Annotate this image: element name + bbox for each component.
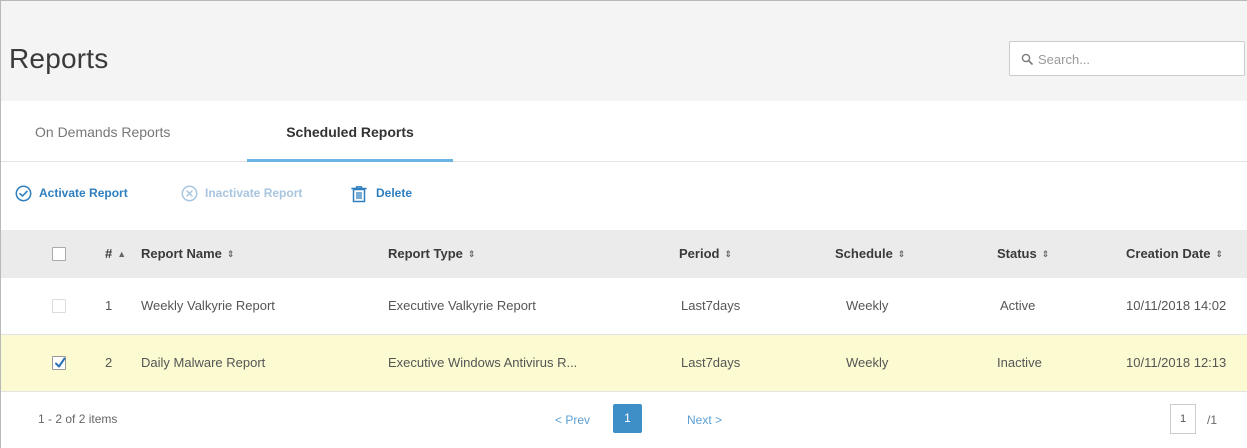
items-count: 1 - 2 of 2 items bbox=[38, 412, 118, 426]
row-report-type: Executive Windows Antivirus R... bbox=[388, 355, 578, 370]
x-circle-icon bbox=[181, 185, 198, 202]
checkmark-icon bbox=[55, 357, 66, 368]
row-creation-date: 10/11/2018 14:02 bbox=[1126, 298, 1227, 313]
row-period: Last7days bbox=[681, 355, 741, 370]
row-creation-date: 10/11/2018 12:13 bbox=[1126, 355, 1227, 370]
column-header-period-label: Period bbox=[679, 246, 720, 261]
next-page-button[interactable]: Next > bbox=[687, 413, 722, 427]
row-period: Last7days bbox=[681, 298, 741, 313]
page-header: Reports bbox=[1, 1, 1247, 101]
row-num: 2 bbox=[105, 355, 113, 370]
table-row[interactable]: 1 Weekly Valkyrie Report Executive Valky… bbox=[1, 278, 1247, 335]
select-all-checkbox[interactable] bbox=[52, 247, 66, 261]
row-schedule: Weekly bbox=[846, 355, 889, 370]
sort-icon: ⇕ bbox=[226, 249, 235, 259]
sort-icon: ▲︎ bbox=[117, 249, 127, 259]
column-header-schedule-label: Schedule bbox=[835, 246, 893, 261]
sort-icon: ⇕ bbox=[467, 249, 476, 259]
activate-report-label: Activate Report bbox=[39, 186, 128, 200]
prev-page-button[interactable]: < Prev bbox=[555, 413, 590, 427]
row-num: 1 bbox=[105, 298, 113, 313]
column-header-schedule[interactable]: Schedule ⇕ bbox=[835, 246, 905, 261]
row-report-type: Executive Valkyrie Report bbox=[388, 298, 536, 313]
column-header-period[interactable]: Period ⇕ bbox=[679, 246, 732, 261]
page-title: Reports bbox=[9, 43, 109, 74]
report-tabs: On Demands Reports Scheduled Reports bbox=[1, 101, 1247, 162]
row-checkbox[interactable] bbox=[52, 299, 66, 313]
sort-icon: ⇕ bbox=[897, 249, 906, 259]
column-header-num-label: # bbox=[105, 246, 113, 261]
table-header: # ▲︎ Report Name ⇕ Report Type ⇕ Period ⇕ Sc… bbox=[1, 230, 1247, 278]
page-button-current[interactable]: 1 bbox=[613, 404, 642, 433]
column-header-report-name[interactable]: Report Name ⇕ bbox=[141, 246, 234, 261]
pagination-bar: 1 - 2 of 2 items < Prev 1 Next > /1 bbox=[1, 392, 1247, 448]
sort-icon: ⇕ bbox=[1041, 249, 1050, 259]
column-header-report-type[interactable]: Report Type ⇕ bbox=[388, 246, 475, 261]
check-circle-icon bbox=[15, 185, 32, 202]
inactivate-report-label: Inactivate Report bbox=[205, 186, 303, 200]
row-status: Inactive bbox=[997, 355, 1042, 370]
column-header-status[interactable]: Status ⇕ bbox=[997, 246, 1049, 261]
search-input[interactable] bbox=[1038, 48, 1238, 70]
column-header-num[interactable]: # ▲︎ bbox=[105, 246, 126, 261]
column-header-report-type-label: Report Type bbox=[388, 246, 463, 261]
activate-report-button[interactable]: Activate Report bbox=[15, 182, 165, 204]
page-total: /1 bbox=[1207, 413, 1218, 427]
row-checkbox[interactable] bbox=[52, 356, 66, 370]
table-row[interactable]: 2 Daily Malware Report Executive Windows… bbox=[1, 335, 1247, 392]
column-header-creation-date[interactable]: Creation Date ⇕ bbox=[1126, 246, 1223, 261]
column-header-creation-date-label: Creation Date bbox=[1126, 246, 1211, 261]
active-tab-indicator bbox=[247, 159, 453, 162]
sort-icon: ⇕ bbox=[724, 249, 733, 259]
page-number-input[interactable] bbox=[1170, 404, 1196, 434]
delete-button[interactable]: Delete bbox=[350, 182, 430, 204]
row-report-name: Daily Malware Report bbox=[141, 355, 266, 370]
column-header-status-label: Status bbox=[997, 246, 1037, 261]
column-header-report-name-label: Report Name bbox=[141, 246, 222, 261]
delete-label: Delete bbox=[376, 186, 413, 200]
row-report-name: Weekly Valkyrie Report bbox=[141, 298, 275, 313]
sort-icon: ⇕ bbox=[1215, 249, 1224, 259]
tab-scheduled-reports[interactable]: Scheduled Reports bbox=[247, 101, 453, 161]
search-icon bbox=[1021, 53, 1033, 65]
inactivate-report-button[interactable]: Inactivate Report bbox=[181, 182, 331, 204]
tab-on-demand-reports[interactable]: On Demands Reports bbox=[35, 101, 170, 161]
search-box[interactable] bbox=[1009, 41, 1245, 76]
row-schedule: Weekly bbox=[846, 298, 889, 313]
trash-icon bbox=[351, 186, 367, 203]
row-status: Active bbox=[1000, 298, 1036, 313]
report-toolbar: Activate Report Inactivate Report Delete bbox=[1, 172, 801, 212]
